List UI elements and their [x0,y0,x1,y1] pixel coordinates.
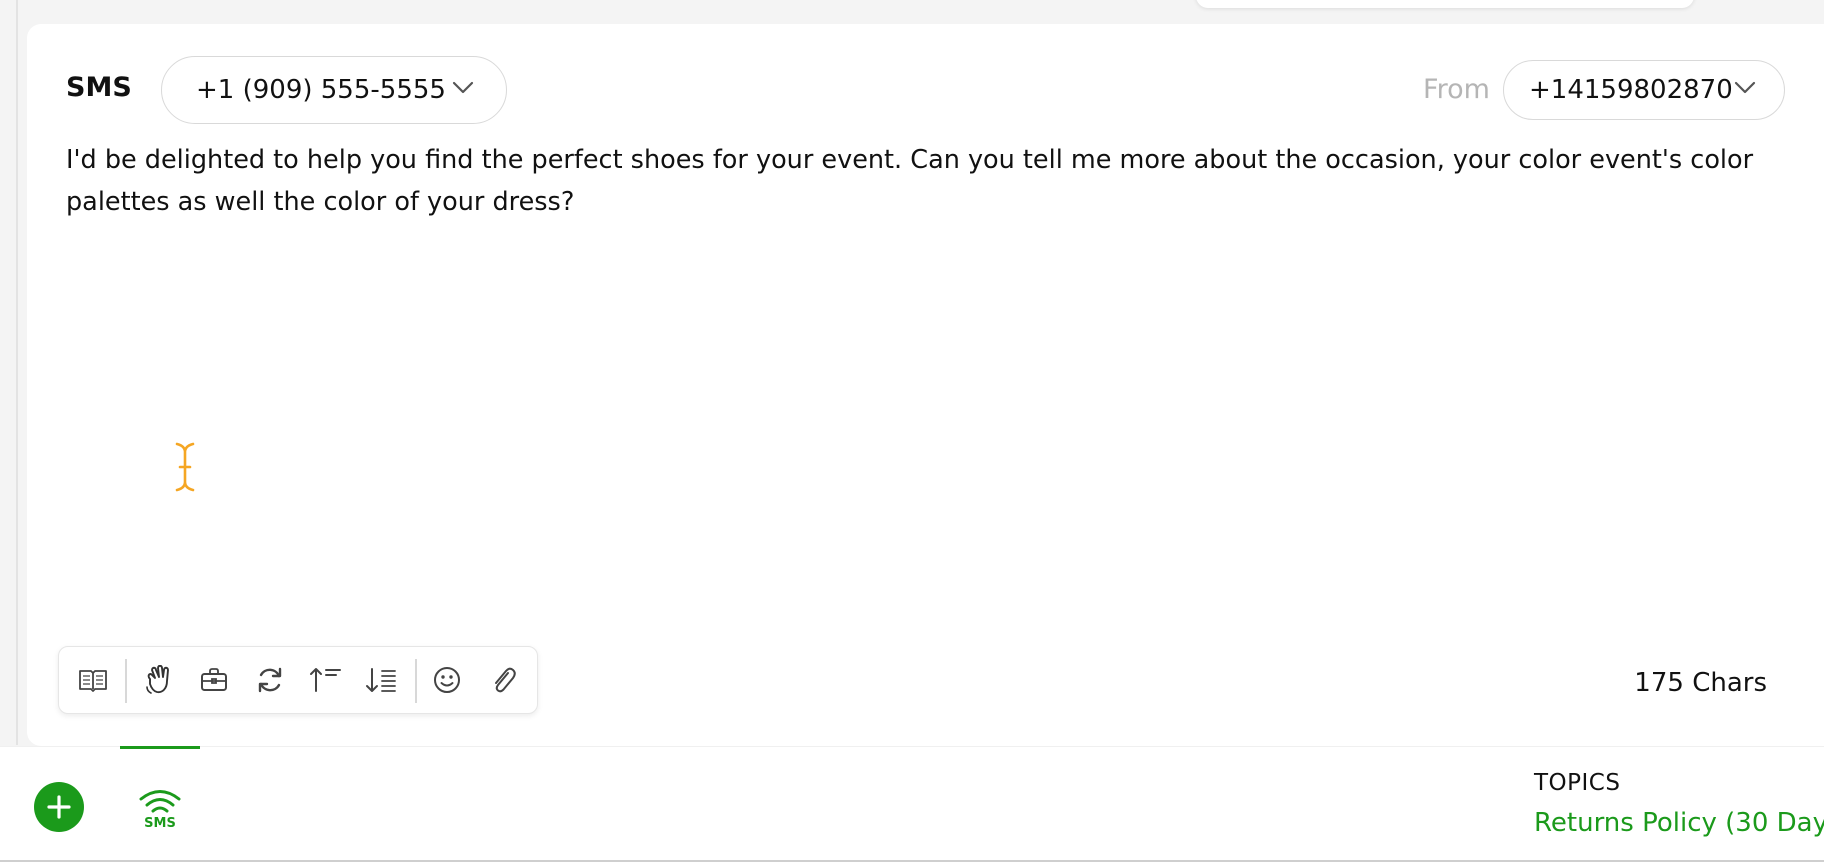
hand-wave-icon[interactable] [139,660,179,700]
from-number-value: +14159802870 [1529,75,1733,105]
character-count: 175 Chars [1634,668,1767,698]
from-number-dropdown[interactable]: +14159802870 [1503,60,1785,120]
emoji-icon[interactable] [427,660,467,700]
sort-ascending-icon[interactable] [305,660,345,700]
text-cursor-icon [174,441,196,493]
add-button[interactable] [34,782,84,832]
channel-label: SMS [66,72,132,103]
sort-descending-icon[interactable] [361,660,401,700]
sms-composer [27,24,1824,746]
chevron-down-icon [452,81,474,94]
left-divider [16,0,18,745]
message-textarea[interactable]: I'd be delighted to help you find the pe… [66,139,1786,223]
sms-signal-icon [139,790,181,813]
topic-link[interactable]: Returns Policy (30 Day) [1534,808,1824,838]
book-icon[interactable] [73,660,113,700]
topics-heading: TOPICS [1534,770,1621,796]
to-number-value: +1 (909) 555-5555 [196,75,446,105]
tab-sms[interactable]: SMS [120,746,200,862]
active-tab-indicator [120,746,200,749]
toolbar-divider [125,659,127,703]
to-number-dropdown[interactable]: +1 (909) 555-5555 [161,56,507,124]
overlapping-card-edge [1196,0,1694,8]
briefcase-icon[interactable] [194,660,234,700]
composer-footer: SMS TOPICS Returns Policy (30 Day) [0,746,1824,862]
footer-divider [0,746,1824,747]
from-label: From [1423,74,1490,105]
plus-icon [47,795,71,819]
sms-tab-label: SMS [144,816,176,831]
chevron-down-icon [1734,81,1756,94]
toolbar-divider [415,659,417,703]
paperclip-icon[interactable] [483,660,523,700]
refresh-icon[interactable] [250,660,290,700]
composer-toolbar [58,646,538,714]
